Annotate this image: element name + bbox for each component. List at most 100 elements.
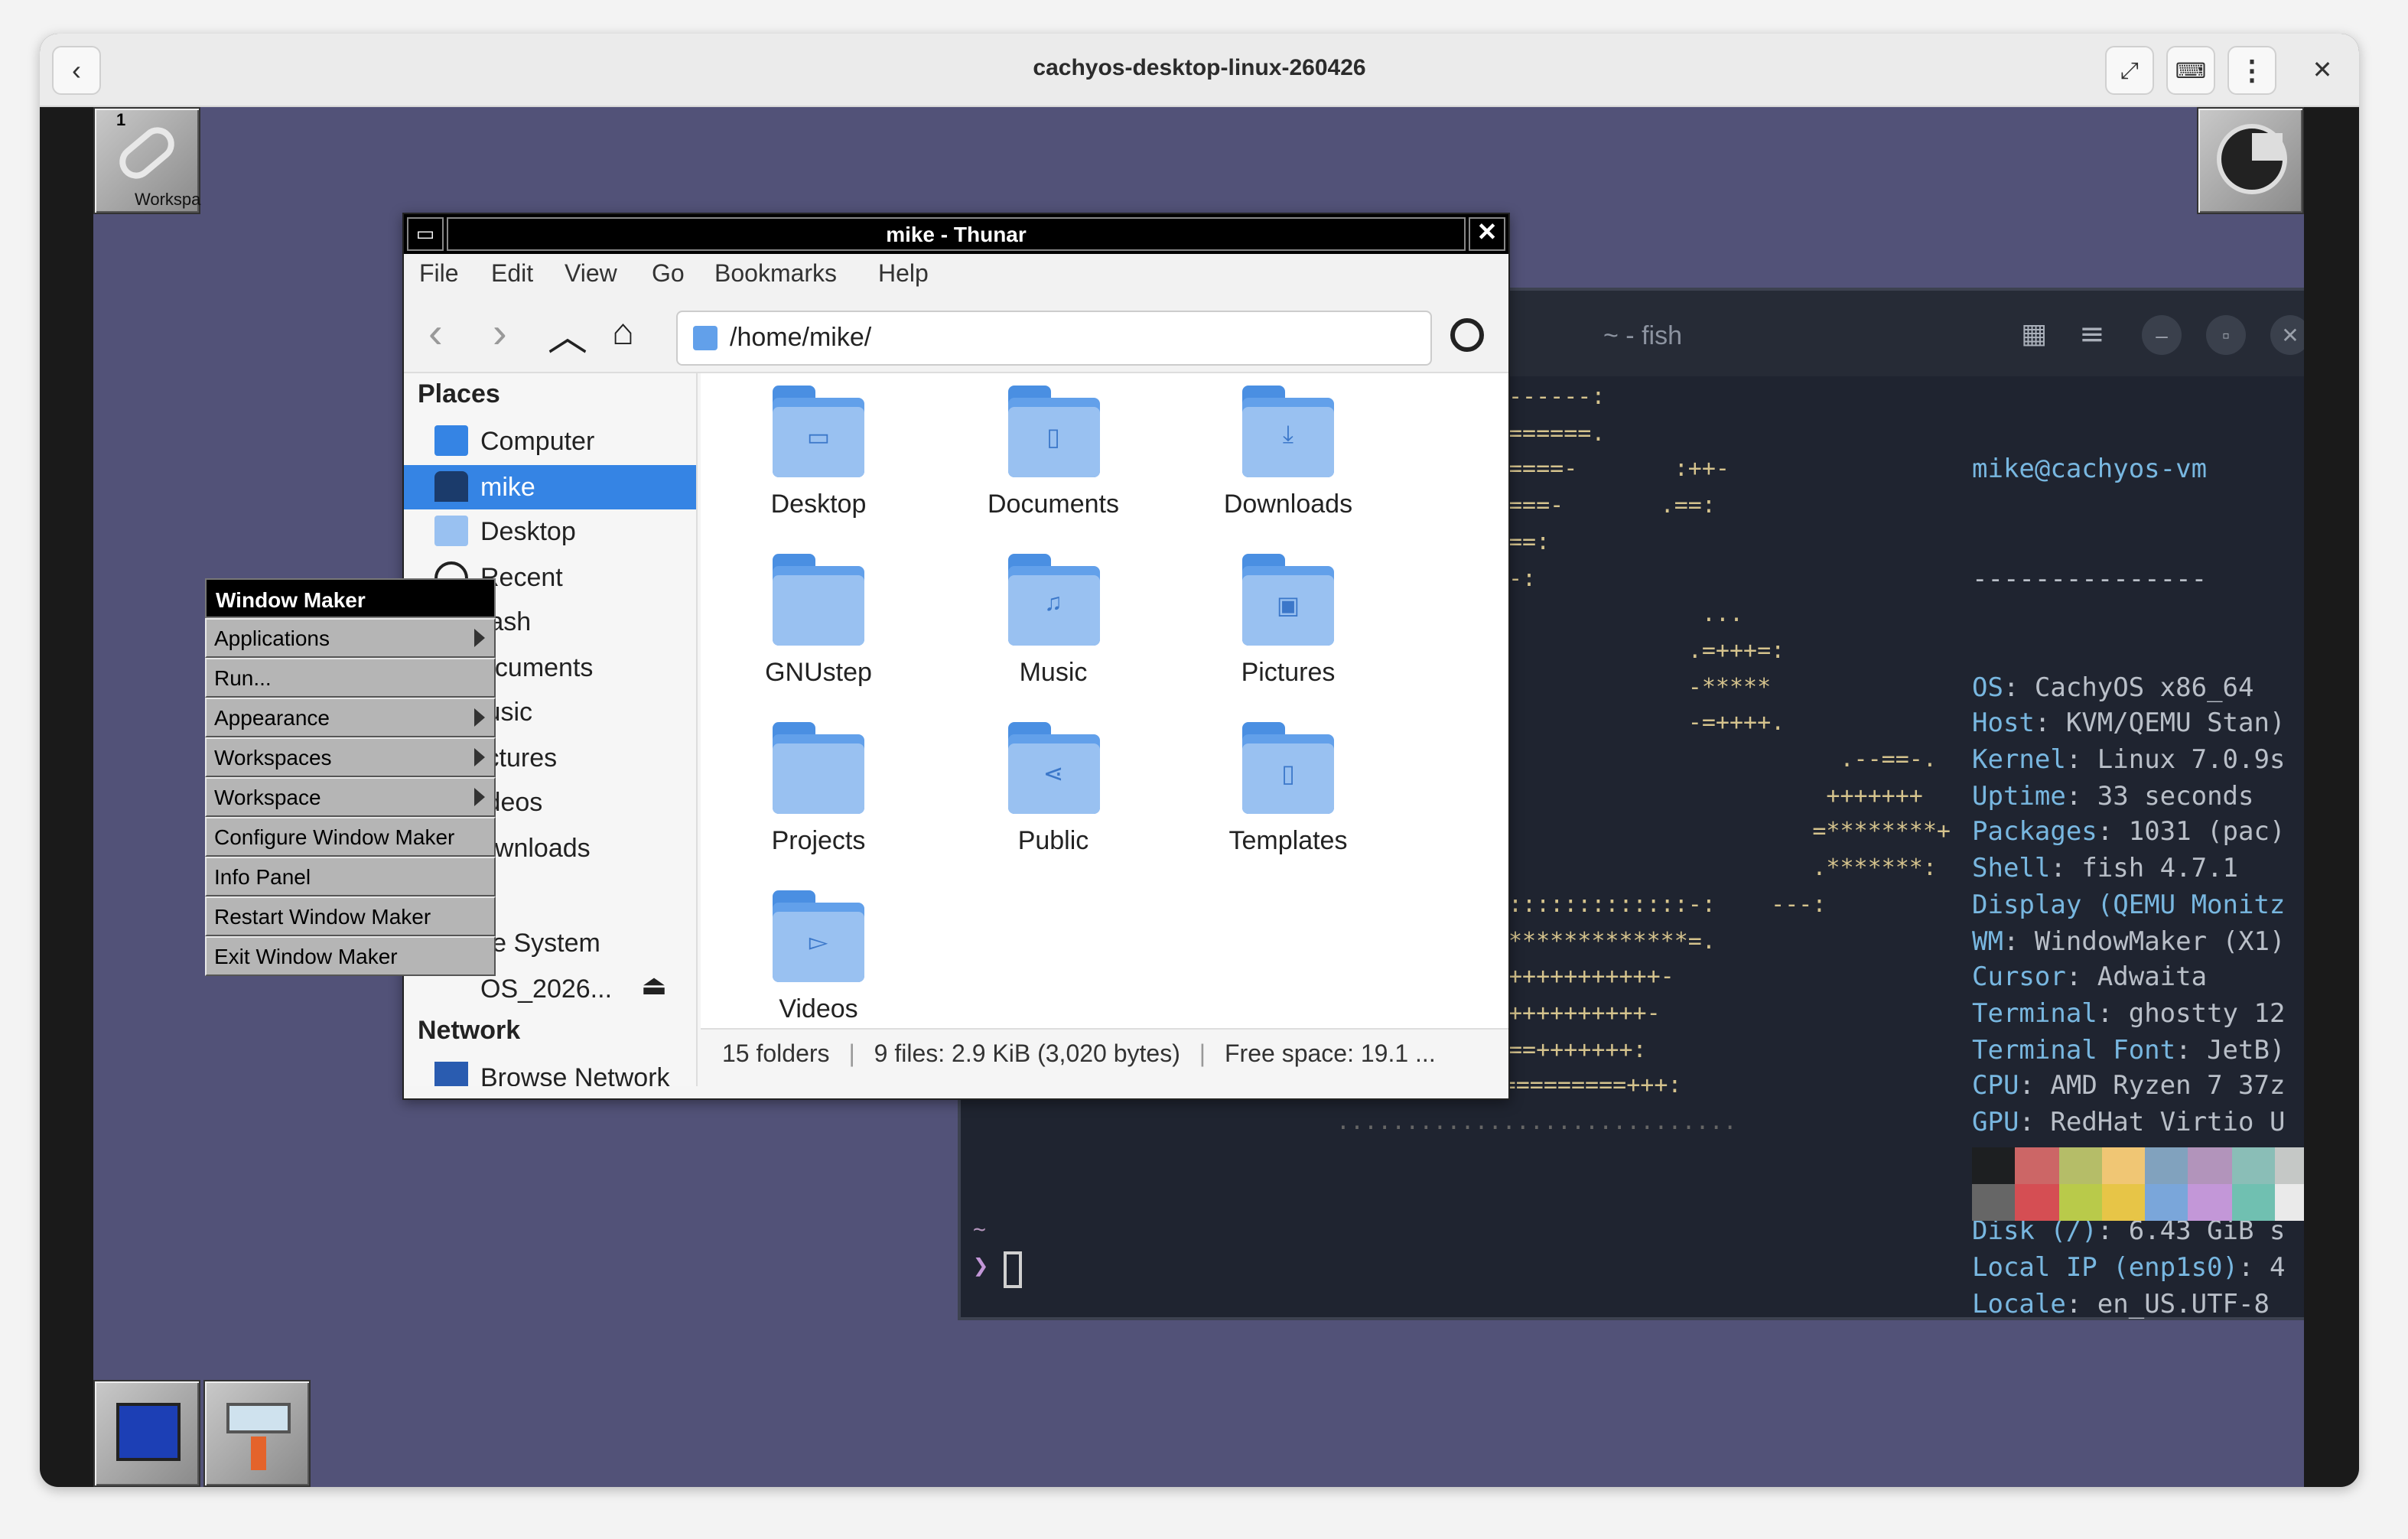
color-palette	[1972, 1147, 2304, 1221]
folder-item[interactable]: GNUstep	[704, 554, 933, 688]
folder-item[interactable]: ▯ Templates	[1173, 722, 1403, 857]
fullscreen-button[interactable]: ⤢	[2105, 46, 2154, 95]
palette-swatch	[2231, 1184, 2275, 1221]
system-info-line: Locale: en_US.UTF-8	[1972, 1287, 2285, 1323]
wm-menu-item-label: Appearance	[214, 705, 330, 730]
forward-arrow-icon[interactable]: ›	[493, 309, 507, 358]
menu-help[interactable]: Help	[878, 262, 929, 289]
grid-view-icon[interactable]: ▦	[2021, 318, 2047, 350]
folder-item[interactable]: ⤓ Downloads	[1173, 386, 1403, 520]
wm-menu-item[interactable]: Restart Window Maker	[205, 896, 496, 936]
close-icon: ✕	[2281, 322, 2299, 347]
thunar-window[interactable]: ▭ mike - Thunar ✕ File Edit View Go Book…	[402, 213, 1510, 1100]
close-icon: ✕	[2312, 58, 2333, 84]
sidebar-item-desktop[interactable]: Desktop	[404, 509, 696, 554]
system-info-line: Terminal Font: JetB)	[1972, 1033, 2285, 1069]
system-info-line: Cursor: Adwaita	[1972, 961, 2285, 997]
hamburger-menu-icon[interactable]: ≡	[2079, 315, 2105, 352]
menu-go[interactable]: Go	[652, 262, 685, 289]
folder-label: Desktop	[770, 490, 867, 519]
back-arrow-icon[interactable]: ‹	[428, 309, 443, 358]
wm-menu-item[interactable]: Appearance	[205, 698, 496, 737]
wm-menu-item[interactable]: Exit Window Maker	[205, 936, 496, 976]
sidebar-item-label: ownloads	[480, 833, 591, 862]
palette-swatch	[2188, 1184, 2231, 1221]
info-key: OS	[1972, 672, 2003, 704]
location-path: /home/mike/	[730, 323, 872, 352]
wm-menu-item[interactable]: Applications	[205, 618, 496, 658]
folder-item[interactable]: ▻ Videos	[704, 890, 933, 1025]
menu-view[interactable]: View	[565, 262, 617, 289]
folder-label: Documents	[988, 490, 1119, 519]
folder-item[interactable]: ⋖ Public	[939, 722, 1168, 857]
system-info-line: Local IP (enp1s0): 4	[1972, 1251, 2285, 1287]
submenu-arrow-icon	[474, 788, 485, 806]
folder-item[interactable]: ▯ Documents	[939, 386, 1168, 520]
close-window-button[interactable]: ✕	[1469, 217, 1505, 251]
location-bar[interactable]: /home/mike/	[676, 311, 1432, 366]
folder-item[interactable]: Projects	[704, 722, 933, 857]
minimize-button[interactable]: –	[2142, 315, 2182, 355]
folder-icon: ▯	[1007, 386, 1099, 477]
close-viewer-button[interactable]: ✕	[2298, 46, 2347, 95]
folder-label: Videos	[779, 994, 858, 1023]
sidebar-item-computer[interactable]: Computer	[404, 419, 696, 464]
workspace-clip[interactable]: 1 Workspa	[93, 107, 200, 214]
sidebar-item-label: Browse Network	[480, 1063, 670, 1086]
system-info-line: WM: WindowMaker (X1)	[1972, 925, 2285, 961]
wm-menu-item[interactable]: Info Panel	[205, 857, 496, 896]
system-info-line: Terminal: ghostty 12	[1972, 997, 2285, 1033]
info-value: : RedHat Virtio U	[2019, 1108, 2286, 1139]
menu-edit[interactable]: Edit	[491, 262, 533, 289]
keyboard-icon: ⌨	[2175, 57, 2207, 82]
system-info-line: Shell: fish 4.7.1	[1972, 852, 2285, 888]
sidebar-item-label: Computer	[480, 427, 595, 456]
window-menu-button[interactable]: ▭	[407, 217, 444, 251]
network-app-tile[interactable]	[203, 1380, 311, 1487]
system-info-line: Host: KVM/QEMU Stan)	[1972, 708, 2285, 743]
sidebar-item-network[interactable]: Browse Network	[404, 1056, 696, 1086]
menu-file[interactable]: File	[419, 262, 459, 289]
home-icon[interactable]: ⌂	[612, 312, 634, 355]
folder-item[interactable]: ▭ Desktop	[704, 386, 933, 520]
logo-segment	[2252, 133, 2283, 161]
folder-label: Downloads	[1223, 490, 1353, 519]
folder-icon: ▣	[1242, 554, 1334, 646]
info-value: : Linux 7.0.9s	[2065, 745, 2286, 776]
search-icon[interactable]	[1450, 318, 1484, 352]
wm-menu-item[interactable]: Run...	[205, 658, 496, 698]
folder-item[interactable]: ▣ Pictures	[1173, 554, 1403, 688]
info-key: Uptime	[1972, 781, 2066, 812]
maximize-button[interactable]: ▫	[2206, 315, 2246, 355]
info-key: GPU	[1972, 1108, 2019, 1139]
keyboard-button[interactable]: ⌨	[2166, 46, 2215, 95]
folder-label: Music	[1019, 658, 1088, 687]
folder-icon: ⋖	[1007, 722, 1099, 814]
close-terminal-button[interactable]: ✕	[2270, 315, 2304, 355]
folder-item[interactable]: ♫ Music	[939, 554, 1168, 688]
dock-app-tile[interactable]	[2197, 107, 2304, 214]
sidebar-item-mike[interactable]: mike	[404, 464, 696, 509]
separator-line: ---------------	[1972, 564, 2208, 595]
more-options-button[interactable]: ⋮	[2227, 46, 2276, 95]
wm-menu-item-label: Workspace	[214, 785, 321, 809]
folder-icon: ▭	[773, 386, 864, 477]
menu-bookmarks[interactable]: Bookmarks	[714, 262, 837, 289]
wm-menu-item[interactable]: Workspace	[205, 777, 496, 817]
parent-folder-icon[interactable]: ︿	[548, 306, 587, 363]
network-icon	[434, 1062, 468, 1086]
info-value: : fish 4.7.1	[2050, 854, 2239, 885]
prompt-symbol: ❯	[973, 1251, 989, 1282]
desktop: 1 Workspa ~ - fish ▦ ≡ – ▫ ✕ ------: ===…	[93, 107, 2304, 1487]
sidebar-item-label: OS_2026...	[480, 974, 613, 1003]
thunar-titlebar[interactable]: ▭ mike - Thunar ✕	[404, 214, 1508, 254]
terminal-app-tile[interactable]	[93, 1380, 200, 1487]
wm-menu-item[interactable]: Workspaces	[205, 737, 496, 777]
eject-icon[interactable]: ⏏	[641, 970, 667, 1002]
palette-swatch	[2231, 1147, 2275, 1184]
submenu-arrow-icon	[474, 629, 485, 647]
info-value: : JetB)	[2175, 1035, 2286, 1066]
wm-menu-item[interactable]: Configure Window Maker	[205, 817, 496, 857]
palette-swatch	[2101, 1147, 2145, 1184]
wm-menu-item-label: Workspaces	[214, 745, 332, 770]
